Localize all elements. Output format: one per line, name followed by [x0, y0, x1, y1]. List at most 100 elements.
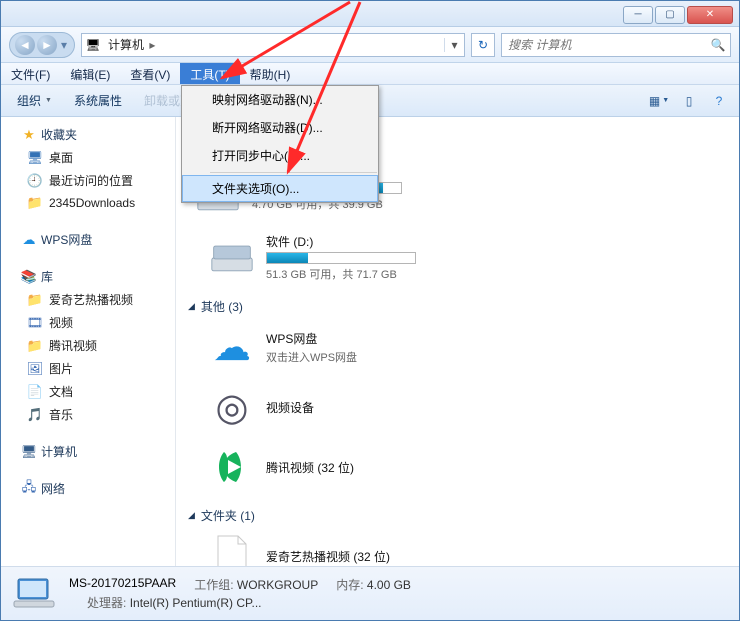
- explorer-window: ─ ▢ ✕ ◄ ► ▾ 🖥 计算机 ▸ ▾ ↻ 🔍 文件(F) 编辑(E) 查看…: [0, 0, 740, 621]
- video-icon: 🎞: [27, 315, 43, 331]
- desktop-icon: 🖥: [27, 150, 43, 166]
- webcam-icon: ◎: [208, 383, 256, 431]
- refresh-button[interactable]: ↻: [471, 33, 495, 57]
- search-input[interactable]: [502, 38, 706, 52]
- sidebar-item-label: 文档: [49, 383, 73, 400]
- sidebar-favorites-head[interactable]: ★ 收藏夹: [1, 123, 175, 146]
- sidebar-item-videos[interactable]: 🎞 视频: [1, 311, 175, 334]
- status-workgroup-value: WORKGROUP: [237, 578, 318, 592]
- group-folders-label: 文件夹 (1): [201, 507, 255, 524]
- sidebar-computer-label: 计算机: [41, 443, 77, 460]
- sidebar-wps-head[interactable]: ☁ WPS网盘: [1, 228, 175, 251]
- help-button[interactable]: ?: [705, 89, 733, 113]
- drive-tile-d[interactable]: 软件 (D:) 51.3 GB 可用，共 71.7 GB: [208, 233, 478, 282]
- sidebar-item-recent[interactable]: 🕘最近访问的位置: [1, 169, 175, 192]
- organize-label: 组织: [17, 92, 41, 109]
- tile-title: 腾讯视频 (32 位): [266, 459, 354, 476]
- tile-wps[interactable]: ☁ WPS网盘 双击进入WPS网盘: [208, 323, 478, 371]
- sidebar-item-label: 爱奇艺热播视频: [49, 291, 133, 308]
- sidebar-item-iqiyi[interactable]: 📁 爱奇艺热播视频: [1, 288, 175, 311]
- sidebar-item-pictures[interactable]: 🖼图片: [1, 357, 175, 380]
- collapse-icon: ◢: [188, 510, 195, 521]
- folder-icon: 📁: [27, 195, 43, 211]
- sidebar-item-documents[interactable]: 📄 文档: [1, 380, 175, 403]
- recent-icon: 🕘: [27, 173, 43, 189]
- search-icon[interactable]: 🔍: [706, 38, 730, 52]
- chevron-down-icon: ▼: [45, 97, 52, 104]
- back-button[interactable]: ◄: [15, 35, 35, 55]
- tile-sub: 双击进入WPS网盘: [266, 349, 357, 365]
- address-drop-icon[interactable]: ▾: [444, 38, 464, 52]
- sidebar-computer-head[interactable]: 🖥 计算机: [1, 440, 175, 463]
- organize-button[interactable]: 组织 ▼: [7, 88, 62, 113]
- network-icon: 🖧: [21, 481, 37, 497]
- system-properties-button[interactable]: 系统属性: [64, 88, 132, 113]
- nav-history-drop-icon[interactable]: ▾: [58, 38, 70, 52]
- menu-edit[interactable]: 编辑(E): [60, 63, 120, 84]
- statusbar: MS-20170215PAAR 工作组: WORKGROUP 内存: 4.00 …: [1, 566, 739, 620]
- address-bar[interactable]: 🖥 计算机 ▸ ▾: [81, 33, 465, 57]
- tile-video-device[interactable]: ◎ 视频设备: [208, 383, 478, 431]
- sidebar-item-tencent[interactable]: 📁 腾讯视频: [1, 334, 175, 357]
- menu-view[interactable]: 查看(V): [120, 63, 180, 84]
- sidebar-item-music[interactable]: 🎵音乐: [1, 403, 175, 426]
- group-other-head[interactable]: ◢ 其他 (3): [188, 294, 727, 319]
- tile-title: 爱奇艺热播视频 (32 位): [266, 548, 390, 565]
- tools-open-sync[interactable]: 打开同步中心(S)...: [182, 142, 378, 170]
- tile-folder-iqiyi[interactable]: 爱奇艺热播视频 (32 位): [208, 532, 478, 566]
- sidebar-item-label: 视频: [49, 314, 73, 331]
- sidebar: ★ 收藏夹 🖥桌面 🕘最近访问的位置 📁 2345Downloads ☁ WPS网…: [1, 117, 176, 566]
- status-cpu-value: Intel(R) Pentium(R) CP...: [130, 596, 262, 610]
- music-icon: 🎵: [27, 407, 43, 423]
- tools-disconnect-drive[interactable]: 断开网络驱动器(D)...: [182, 114, 378, 142]
- star-icon: ★: [21, 127, 37, 143]
- tools-folder-options[interactable]: 文件夹选项(O)...: [182, 175, 378, 202]
- status-cpu-label: 处理器:: [87, 596, 126, 610]
- sidebar-item-downloads[interactable]: 📁 2345Downloads: [1, 192, 175, 214]
- navbar: ◄ ► ▾ 🖥 计算机 ▸ ▾ ↻ 🔍: [1, 27, 739, 63]
- preview-pane-button[interactable]: ▯: [675, 89, 703, 113]
- menu-file[interactable]: 文件(F): [1, 63, 60, 84]
- tencent-video-icon: [208, 443, 256, 491]
- drive-usage-bar: [266, 252, 416, 264]
- drive-sub: 51.3 GB 可用，共 71.7 GB: [266, 266, 416, 282]
- minimize-button[interactable]: ─: [623, 6, 653, 24]
- group-other-label: 其他 (3): [201, 298, 243, 315]
- maximize-button[interactable]: ▢: [655, 6, 685, 24]
- view-mode-button[interactable]: ▦▼: [645, 89, 673, 113]
- cloud-icon: ☁: [208, 323, 256, 371]
- status-memory-value: 4.00 GB: [367, 578, 411, 592]
- computer-icon: 🖥: [82, 38, 104, 52]
- search-box[interactable]: 🔍: [501, 33, 731, 57]
- drive-icon: [208, 234, 256, 282]
- drive-title: 软件 (D:): [266, 233, 416, 250]
- computer-icon: 🖥: [21, 444, 37, 460]
- tile-tencent-video[interactable]: 腾讯视频 (32 位): [208, 443, 478, 491]
- sidebar-libraries-head[interactable]: 📚 库: [1, 265, 175, 288]
- close-button[interactable]: ✕: [687, 6, 733, 24]
- sidebar-item-desktop[interactable]: 🖥桌面: [1, 146, 175, 169]
- tools-map-drive[interactable]: 映射网络驱动器(N)...: [182, 86, 378, 114]
- breadcrumb-chevron-icon[interactable]: ▸: [147, 38, 157, 52]
- computer-large-icon: [11, 574, 57, 614]
- sidebar-item-label: 2345Downloads: [49, 196, 135, 210]
- folder-icon: 📁: [27, 292, 43, 308]
- sidebar-network-label: 网络: [41, 480, 65, 497]
- sidebar-libraries-label: 库: [41, 268, 53, 285]
- sidebar-item-label: 图片: [49, 360, 73, 377]
- sidebar-network-head[interactable]: 🖧 网络: [1, 477, 175, 500]
- menu-help[interactable]: 帮助(H): [240, 63, 301, 84]
- forward-button[interactable]: ►: [37, 35, 57, 55]
- file-icon: [208, 532, 256, 566]
- sidebar-favorites-label: 收藏夹: [41, 126, 77, 143]
- documents-icon: 📄: [27, 384, 43, 400]
- address-label: 计算机: [108, 38, 144, 52]
- menu-tools[interactable]: 工具(T): [180, 63, 239, 84]
- sidebar-item-label: 腾讯视频: [49, 337, 97, 354]
- tile-title: 视频设备: [266, 399, 314, 416]
- folder-icon: 📁: [27, 338, 43, 354]
- collapse-icon: ◢: [188, 301, 195, 312]
- menu-separator: [210, 172, 377, 173]
- group-folders-head[interactable]: ◢ 文件夹 (1): [188, 503, 727, 528]
- nav-buttons: ◄ ► ▾: [9, 32, 75, 58]
